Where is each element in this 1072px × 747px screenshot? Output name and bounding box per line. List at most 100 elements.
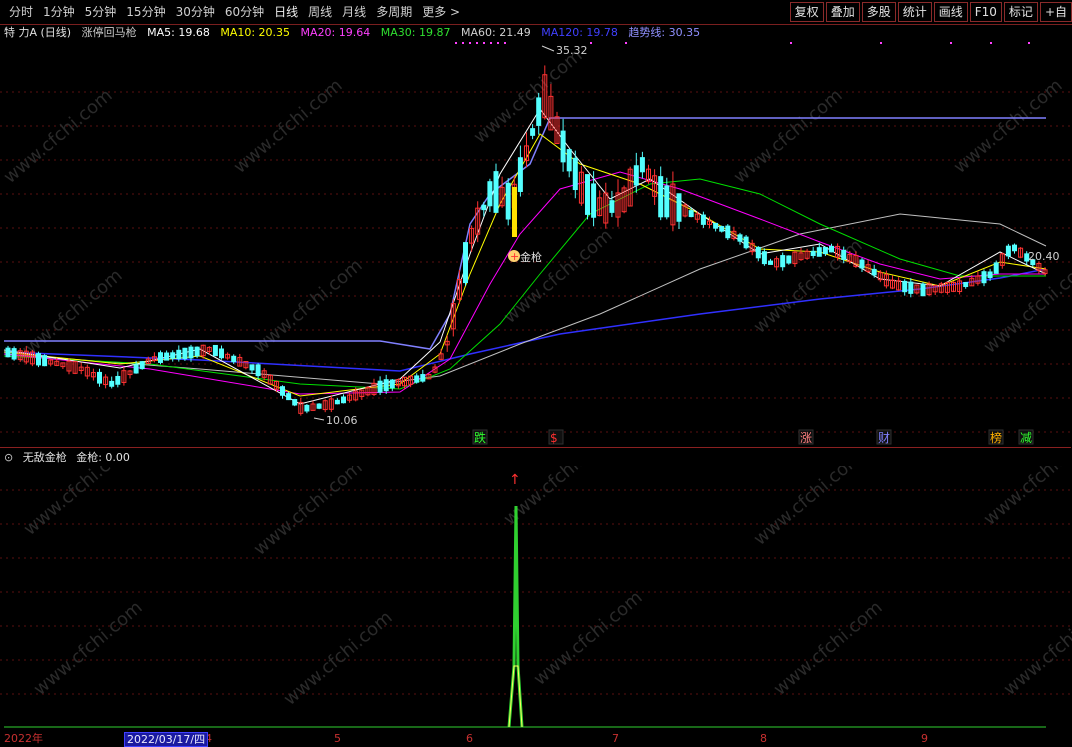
watermark-text: www.cfchi.com xyxy=(980,466,1072,530)
candle-body xyxy=(115,375,121,385)
candle-body xyxy=(505,182,511,220)
axis-label-jun: 6 xyxy=(466,732,473,745)
sub-indicator-value: 金枪: 0.00 xyxy=(76,451,130,464)
candle-body xyxy=(902,280,908,293)
watermark-text: www.cfchi.com xyxy=(20,466,137,540)
candle-body xyxy=(231,355,237,363)
tab-15min[interactable]: 15分钟 xyxy=(121,4,170,20)
candle-body xyxy=(591,183,597,218)
tab-fenshi[interactable]: 分时 xyxy=(4,4,38,20)
top-dot xyxy=(469,42,471,44)
collapse-icon[interactable]: ⊙ xyxy=(4,451,13,464)
candle-body xyxy=(255,364,261,377)
tab-daily[interactable]: 日线 xyxy=(269,4,303,20)
candle-body xyxy=(810,250,816,256)
period-tabs: 分时 1分钟 5分钟 15分钟 30分钟 60分钟 日线 周线 月线 多周期 更… xyxy=(4,4,465,20)
top-dot xyxy=(490,42,492,44)
candle-body xyxy=(755,246,761,259)
candle-body xyxy=(212,344,218,357)
event-marker-label: $ xyxy=(550,431,558,445)
candle-body xyxy=(676,193,682,222)
main-panel-border xyxy=(0,447,1071,448)
top-dot xyxy=(590,42,592,44)
watermark-text: www.cfchi.com xyxy=(0,85,117,188)
tab-60min[interactable]: 60分钟 xyxy=(220,4,269,20)
signal-dot-plus-icon: + xyxy=(510,250,519,263)
top-dot xyxy=(625,42,627,44)
add-custom-button[interactable]: +自 xyxy=(1039,2,1072,22)
candle-body xyxy=(566,149,572,172)
signal-chart[interactable]: www.cfchi.com www.cfchi.com www.cfchi.com w… xyxy=(0,466,1072,730)
tab-30min[interactable]: 30分钟 xyxy=(171,4,220,20)
candle-body xyxy=(170,352,176,359)
watermark-text: www.cfchi.com xyxy=(1000,597,1072,700)
candle-body xyxy=(463,242,468,284)
candle-body xyxy=(639,157,645,173)
candle-body xyxy=(420,374,426,382)
candle-body xyxy=(816,247,822,257)
candle-body xyxy=(743,236,749,249)
candle-body xyxy=(42,355,48,367)
candle-body xyxy=(158,352,163,363)
event-marker-label: 减 xyxy=(1020,431,1032,445)
statistics-button[interactable]: 统计 xyxy=(897,2,932,22)
watermark-text: www.cfchi.com xyxy=(470,45,587,148)
watermark-text: www.cfchi.com xyxy=(530,587,647,690)
candle-body xyxy=(585,174,590,215)
top-dot xyxy=(455,42,457,44)
tab-monthly[interactable]: 月线 xyxy=(337,4,371,20)
top-dot xyxy=(497,42,499,44)
candle-body xyxy=(664,185,670,218)
low-price-label: 10.06 xyxy=(326,414,358,427)
watermark-text: www.cfchi.com xyxy=(730,85,847,188)
candle-body xyxy=(286,393,292,401)
tab-weekly[interactable]: 周线 xyxy=(303,4,337,20)
event-marker-label: 榜 xyxy=(990,430,1002,445)
top-dot xyxy=(790,42,792,44)
candle-body xyxy=(859,259,865,269)
candle-body xyxy=(292,399,298,406)
candle-body xyxy=(11,348,17,360)
candlestick-chart[interactable]: www.cfchi.com www.cfchi.com www.cfchi.com w… xyxy=(0,24,1072,448)
candle-body xyxy=(700,214,706,225)
sub-indicator-name[interactable]: 无敌金枪 xyxy=(23,451,67,464)
candle-body xyxy=(249,364,255,371)
cursor-date-box: 2022/03/17/四 xyxy=(124,732,209,747)
tab-more[interactable]: 更多 > xyxy=(417,4,465,20)
candle-body xyxy=(761,251,767,265)
candle-body xyxy=(920,283,926,297)
candle-body xyxy=(133,364,139,374)
tab-1min[interactable]: 1分钟 xyxy=(38,4,80,20)
axis-label-year: 2022年 xyxy=(4,732,43,745)
overlay-button[interactable]: 叠加 xyxy=(825,2,860,22)
mark-button[interactable]: 标记 xyxy=(1003,2,1038,22)
candle-body xyxy=(334,399,340,405)
top-dot xyxy=(462,42,464,44)
top-dot xyxy=(1028,42,1030,44)
watermark-text: www.cfchi.com xyxy=(250,255,367,358)
low-price-pointer xyxy=(313,417,325,421)
candle-body xyxy=(822,247,828,255)
axis-label-aug: 8 xyxy=(760,732,767,745)
draw-line-button[interactable]: 画线 xyxy=(933,2,968,22)
f10-button[interactable]: F10 xyxy=(969,2,1002,22)
axis-label-sep: 9 xyxy=(921,732,928,745)
candle-body xyxy=(487,181,493,207)
candle-body xyxy=(780,255,786,268)
multi-stock-button[interactable]: 多股 xyxy=(861,2,896,22)
candle-body xyxy=(36,353,41,366)
candle-body xyxy=(481,204,487,211)
candle-body xyxy=(560,130,566,163)
candle-body xyxy=(139,361,145,370)
top-dot xyxy=(990,42,992,44)
candle-body xyxy=(658,176,664,218)
candle-body xyxy=(493,171,499,213)
adjust-button[interactable]: 复权 xyxy=(789,2,824,22)
tab-multi-period[interactable]: 多周期 xyxy=(371,4,417,20)
tab-5min[interactable]: 5分钟 xyxy=(80,4,122,20)
candle-body xyxy=(517,157,523,192)
candle-body xyxy=(341,396,346,404)
candle-body xyxy=(981,271,987,284)
candle-body xyxy=(609,200,615,213)
candle-body xyxy=(97,371,102,384)
